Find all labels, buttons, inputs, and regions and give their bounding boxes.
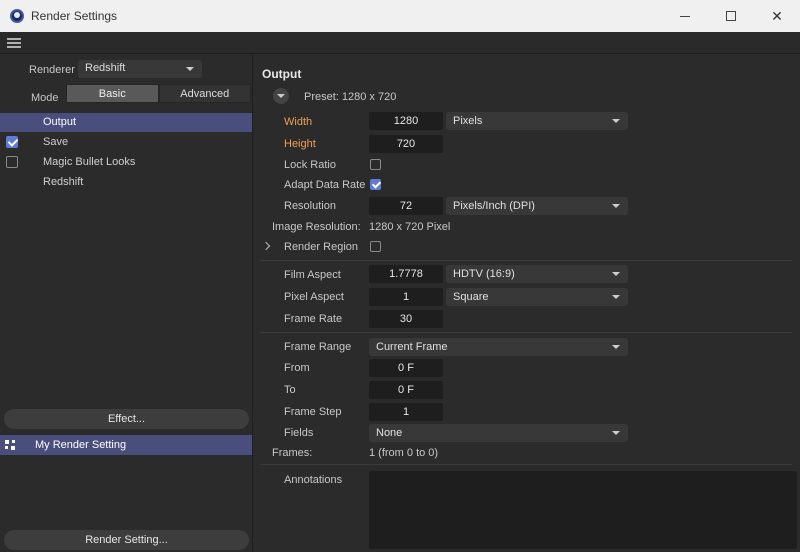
- chevron-down-icon: [612, 345, 620, 349]
- chevron-down-icon: [612, 295, 620, 299]
- list-item-save[interactable]: Save: [0, 133, 252, 152]
- resolution-field[interactable]: 72: [369, 197, 443, 215]
- renderer-label: Renderer: [29, 64, 75, 76]
- frame-range-dropdown[interactable]: Current Frame: [369, 338, 628, 356]
- frame-step-field[interactable]: 1: [369, 403, 443, 421]
- list-item-label: Magic Bullet Looks: [43, 156, 136, 168]
- tab-advanced[interactable]: Advanced: [158, 84, 251, 103]
- minimize-button[interactable]: [662, 0, 708, 32]
- annotations-textarea[interactable]: [369, 471, 797, 549]
- width-unit-dropdown[interactable]: Pixels: [446, 112, 628, 130]
- film-aspect-label: Film Aspect: [284, 269, 341, 281]
- to-field[interactable]: 0 F: [369, 381, 443, 399]
- mode-segmented-control: Basic Advanced: [66, 84, 251, 103]
- fields-value: None: [376, 427, 403, 439]
- render-setting-name: My Render Setting: [35, 439, 127, 451]
- resolution-label: Resolution: [284, 200, 336, 212]
- close-icon: ✕: [771, 7, 783, 24]
- chevron-down-icon: [612, 272, 620, 276]
- height-label: Height: [284, 138, 316, 150]
- lock-ratio-label: Lock Ratio: [284, 159, 336, 171]
- list-item-magic-bullet-looks[interactable]: Magic Bullet Looks: [0, 153, 252, 172]
- from-field[interactable]: 0 F: [369, 359, 443, 377]
- list-item-label: Redshift: [43, 176, 84, 188]
- hamburger-menu-icon[interactable]: [7, 38, 21, 48]
- image-resolution-value: 1280 x 720 Pixel: [369, 221, 451, 233]
- renderer-dropdown[interactable]: Redshift: [78, 60, 202, 78]
- render-setting-icon: [5, 440, 15, 450]
- from-label: From: [284, 362, 310, 374]
- tab-basic[interactable]: Basic: [66, 84, 159, 103]
- title-bar: Render Settings ✕: [0, 0, 800, 32]
- frame-rate-label: Frame Rate: [284, 313, 343, 325]
- save-checkbox[interactable]: [6, 136, 18, 148]
- width-unit-value: Pixels: [453, 115, 483, 127]
- menu-strip: [0, 32, 800, 54]
- list-item-output[interactable]: Output: [0, 113, 252, 132]
- fields-dropdown[interactable]: None: [369, 424, 628, 442]
- frame-rate-field[interactable]: 30: [369, 310, 443, 328]
- chevron-down-icon: [612, 204, 620, 208]
- frame-step-label: Frame Step: [284, 406, 342, 418]
- render-region-label: Render Region: [284, 241, 358, 253]
- width-field[interactable]: 1280: [369, 112, 443, 130]
- to-label: To: [284, 384, 296, 396]
- film-aspect-field[interactable]: 1.7778: [369, 265, 443, 283]
- cinema4d-app-icon: [10, 9, 24, 23]
- render-setting-row[interactable]: My Render Setting: [0, 435, 252, 455]
- lock-ratio-checkbox[interactable]: [370, 159, 381, 170]
- preset-dropdown-icon[interactable]: [273, 88, 289, 104]
- annotations-label: Annotations: [284, 474, 343, 486]
- chevron-down-icon: [612, 431, 620, 435]
- preset-label: Preset: 1280 x 720: [304, 91, 397, 103]
- minimize-icon: [680, 15, 690, 17]
- adapt-data-rate-label: Adapt Data Rate: [284, 179, 366, 191]
- chevron-down-icon: [186, 67, 194, 71]
- width-label: Width: [284, 116, 313, 128]
- output-panel: Output Preset: 1280 x 720 Width 1280 Pix…: [254, 55, 800, 552]
- magic-bullet-checkbox[interactable]: [6, 156, 18, 168]
- maximize-icon: [726, 11, 736, 21]
- resolution-unit-value: Pixels/Inch (DPI): [453, 200, 535, 212]
- maximize-button[interactable]: [708, 0, 754, 32]
- fields-label: Fields: [284, 427, 314, 439]
- adapt-data-rate-checkbox[interactable]: [370, 179, 381, 190]
- mode-label: Mode: [31, 92, 59, 104]
- film-aspect-dropdown[interactable]: HDTV (16:9): [446, 265, 628, 283]
- frames-label: Frames:: [272, 447, 313, 459]
- frames-value: 1 (from 0 to 0): [369, 447, 439, 459]
- list-item-redshift[interactable]: Redshift: [0, 173, 252, 192]
- chevron-right-icon[interactable]: [261, 241, 271, 251]
- divider: [260, 332, 792, 333]
- render-setting-button[interactable]: Render Setting...: [4, 530, 249, 550]
- image-resolution-label: Image Resolution:: [272, 221, 361, 233]
- divider: [260, 464, 792, 465]
- divider: [260, 260, 792, 261]
- list-item-label: Output: [43, 116, 77, 128]
- renderer-value: Redshift: [85, 62, 126, 74]
- pixel-aspect-dropdown[interactable]: Square: [446, 288, 628, 306]
- pixel-aspect-preset: Square: [453, 291, 489, 303]
- effect-button[interactable]: Effect...: [4, 409, 249, 429]
- close-button[interactable]: ✕: [754, 0, 800, 32]
- height-field[interactable]: 720: [369, 135, 443, 153]
- pixel-aspect-label: Pixel Aspect: [284, 291, 344, 303]
- section-title: Output: [262, 67, 302, 81]
- pixel-aspect-field[interactable]: 1: [369, 288, 443, 306]
- render-region-checkbox[interactable]: [370, 241, 381, 252]
- film-aspect-preset: HDTV (16:9): [453, 268, 515, 280]
- resolution-unit-dropdown[interactable]: Pixels/Inch (DPI): [446, 197, 628, 215]
- list-item-label: Save: [43, 136, 69, 148]
- left-pane: Renderer Redshift Mode Basic Advanced Ou…: [0, 55, 253, 552]
- frame-range-value: Current Frame: [376, 341, 448, 353]
- chevron-down-icon: [612, 119, 620, 123]
- window-title: Render Settings: [31, 9, 118, 23]
- frame-range-label: Frame Range: [284, 341, 352, 353]
